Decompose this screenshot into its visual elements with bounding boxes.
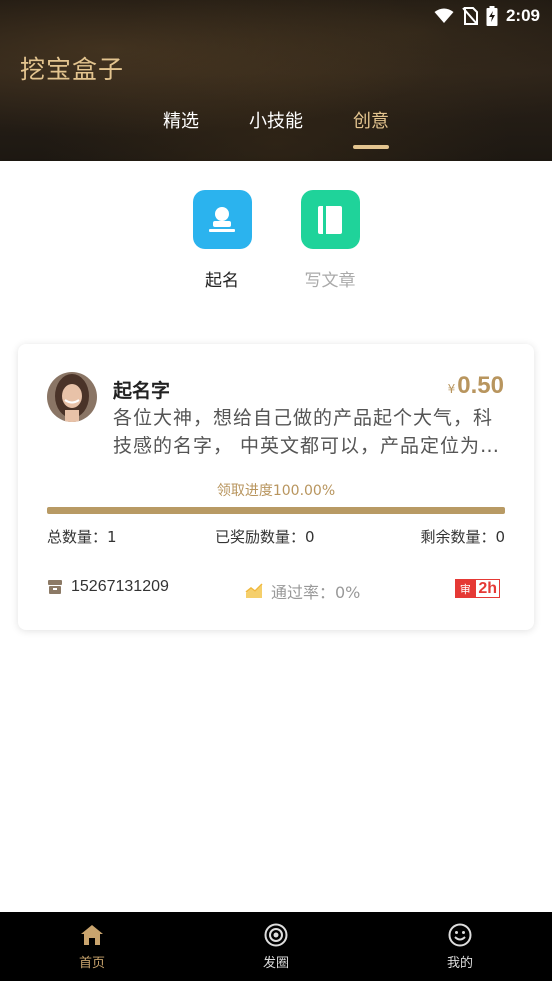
- chart-up-icon: [245, 583, 263, 598]
- notebook-icon: [300, 190, 360, 249]
- nav-moments[interactable]: 发圈: [236, 922, 316, 971]
- home-icon: [81, 925, 103, 945]
- active-tab-indicator: [353, 145, 389, 149]
- rewarded-count: 已奖励数量：0: [215, 528, 315, 546]
- no-sim-icon: [462, 7, 478, 25]
- smiley-icon: [448, 923, 472, 947]
- shop-icon: [48, 580, 62, 594]
- publisher: 15267131209: [47, 578, 169, 596]
- bottom-nav: 首页 发圈 我的: [0, 912, 552, 981]
- category-writing[interactable]: 写文章: [290, 190, 370, 291]
- nav-home[interactable]: 首页: [52, 922, 132, 971]
- task-price: ¥0.50: [448, 372, 504, 400]
- nav-moments-label: 发圈: [262, 956, 289, 971]
- review-time-badge: 审 2h: [455, 579, 500, 598]
- price-amount: 0.50: [457, 372, 504, 399]
- tab-skills[interactable]: 小技能: [249, 107, 303, 133]
- nav-mine[interactable]: 我的: [420, 922, 500, 971]
- tab-bar: 精选 小技能 创意: [0, 107, 552, 157]
- remaining-count: 剩余数量：0: [420, 528, 505, 546]
- currency-symbol: ¥: [447, 382, 456, 396]
- tab-featured[interactable]: 精选: [163, 107, 199, 133]
- task-stats: 总数量：1 已奖励数量：0 剩余数量：0: [47, 526, 505, 548]
- progress-fill: [47, 507, 505, 514]
- review-label: 审: [455, 579, 476, 598]
- task-description: 各位大神，想给自己做的产品起个大气，科技感的名字， 中英文都可以，产品定位为…: [113, 407, 501, 457]
- task-title: 起名字: [113, 380, 171, 402]
- avatar: [47, 372, 97, 422]
- publisher-phone: 15267131209: [71, 578, 169, 595]
- nav-home-label: 首页: [78, 956, 105, 971]
- total-count: 总数量：1: [47, 528, 117, 546]
- camera-icon: [264, 923, 288, 947]
- task-card[interactable]: 起名字 ¥0.50 各位大神，想给自己做的产品起个大气，科技感的名字， 中英文都…: [18, 344, 534, 630]
- app-title: 挖宝盒子: [20, 55, 125, 84]
- nav-mine-label: 我的: [446, 956, 473, 971]
- stamp-icon: [192, 190, 252, 249]
- category-label-naming: 起名: [205, 271, 239, 291]
- category-label-writing: 写文章: [304, 271, 356, 291]
- category-panel: 起名 写文章: [0, 161, 552, 308]
- app-header: 2:09 挖宝盒子 精选 小技能 创意: [0, 0, 552, 161]
- progress-bar: [47, 507, 505, 514]
- wifi-icon: [434, 8, 454, 23]
- review-time: 2h: [475, 579, 500, 598]
- status-bar: 2:09: [0, 0, 552, 32]
- status-time: 2:09: [505, 6, 540, 25]
- pass-rate-text: 通过率：0%: [271, 583, 361, 602]
- progress-label: 领取进度100.00%: [216, 483, 336, 499]
- pass-rate: 通过率：0%: [245, 579, 360, 603]
- tab-creative[interactable]: 创意: [353, 107, 389, 133]
- task-footer: 15267131209 通过率：0% 审 2h: [47, 576, 505, 602]
- category-naming[interactable]: 起名: [182, 190, 262, 291]
- battery-charging-icon: [486, 6, 498, 26]
